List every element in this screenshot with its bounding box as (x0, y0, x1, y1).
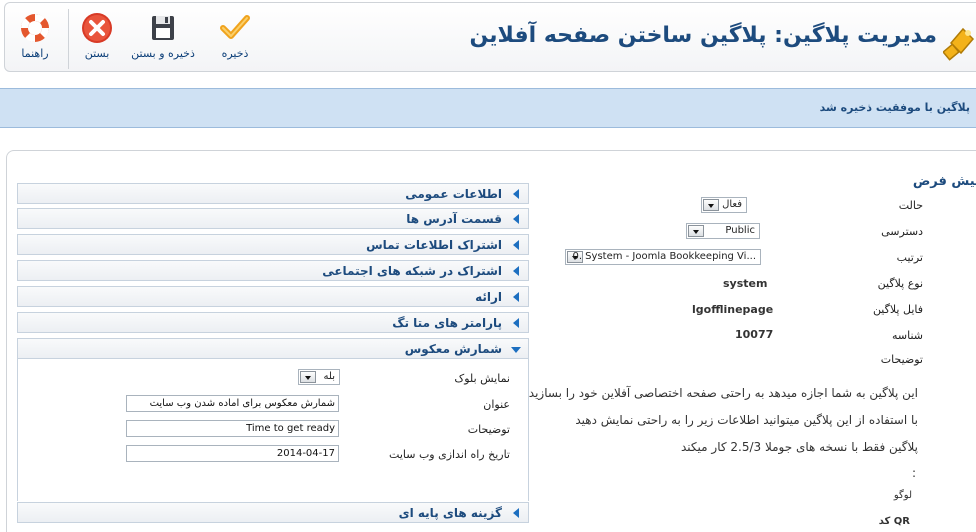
accordion-contact-sharing[interactable]: اشتراک اطلاعات تماس (17, 234, 529, 255)
arrow-left-icon (513, 292, 519, 302)
accordion-label: ارائه (475, 290, 502, 304)
details-heading: پیش فرض (912, 174, 976, 189)
dropdown-arrow-icon (300, 371, 316, 383)
description-line: این پلاگین به شما اجازه میدهد به راحتی ص… (528, 386, 918, 400)
description-input[interactable] (126, 420, 339, 437)
arrow-left-icon (513, 189, 519, 199)
accordion-presentation[interactable]: ارائه (17, 286, 529, 307)
checkmark-icon (220, 15, 250, 39)
help-button[interactable]: راهنما (0, 11, 75, 69)
launch-date-row: تاریخ راه اندازی وب سایت (18, 445, 530, 465)
accordion-countdown[interactable]: شمارش معکوس (17, 338, 529, 359)
show-block-value: بله (323, 371, 335, 382)
accordion-label: قسمت آدرس ها (406, 212, 502, 226)
accordion-general-info[interactable]: اطلاعات عمومی (17, 183, 529, 204)
plugin-description-label: توضیحات (880, 353, 923, 366)
order-label: ترتیب (896, 251, 923, 264)
save-label: ذخیره (221, 47, 249, 60)
accordion-label: اشتراک اطلاعات تماس (366, 238, 502, 252)
accordion-label: اطلاعات عمومی (405, 187, 502, 201)
accordion-label: شمارش معکوس (404, 342, 502, 356)
access-label: دسترسی (881, 225, 923, 238)
description-line: پلاگین فقط با نسخه های جوملا 2.5/3 کار م… (680, 440, 918, 454)
description-line: : (911, 466, 916, 480)
arrow-left-icon (513, 266, 519, 276)
accordion-label: پارامتر های متا تگ (392, 316, 502, 330)
plugin-file-value: lgofflinepage (692, 303, 774, 316)
id-value: 10077 (735, 328, 774, 341)
page-title: مدیریت پلاگین: پلاگین ساختن صفحه آفلاین (469, 23, 937, 48)
accordion-label: اشتراک در شبکه های اجتماعی (322, 264, 502, 278)
accordion-basic-options[interactable]: گزینه های پایه ای (17, 502, 529, 523)
dropdown-arrow-icon (703, 199, 719, 211)
description-line: QR کد (878, 516, 910, 527)
plugin-file-label: فایل پلاگین (872, 303, 923, 316)
toolbar: ذخیره ذخیره و بستن بستن راهنما مدیریت پل (4, 2, 976, 72)
accordion-meta-tags[interactable]: پارامتر های متا تگ (17, 312, 529, 333)
order-select[interactable]: 0. System - Joomla Bookkeeping Vi... (565, 249, 761, 265)
access-value: Public (725, 225, 755, 236)
arrow-left-icon (513, 508, 519, 518)
help-label: راهنما (21, 47, 49, 60)
description-label: توضیحات (467, 423, 510, 436)
plugin-type-label: نوع پلاگین (877, 277, 923, 290)
plugin-icon (943, 27, 975, 61)
show-block-row: نمایش بلوک بله (18, 369, 530, 389)
arrow-left-icon (513, 214, 519, 224)
close-icon (82, 13, 112, 43)
description-row: توضیحات (18, 420, 530, 440)
lifebuoy-icon (20, 13, 50, 43)
arrow-left-icon (513, 318, 519, 328)
title-row: عنوان (18, 395, 530, 415)
launch-date-label: تاریخ راه اندازی وب سایت (389, 448, 510, 461)
accordion-addresses[interactable]: قسمت آدرس ها (17, 208, 529, 229)
description-line: با استفاده از این پلاگین میتوانید اطلاعا… (575, 413, 918, 427)
launch-date-input[interactable] (126, 445, 339, 462)
accordion-label: گزینه های پایه ای (398, 506, 502, 520)
description-line: لوگو (893, 490, 912, 501)
arrow-left-icon (513, 240, 519, 250)
plugin-type-value: system (723, 277, 768, 290)
show-block-select[interactable]: بله (298, 369, 340, 385)
save-button[interactable]: ذخیره (195, 11, 275, 69)
order-value: 0. System - Joomla Bookkeeping Vi... (572, 251, 756, 262)
status-value: فعال (722, 199, 742, 210)
status-label: حالت (898, 199, 923, 212)
id-label: شناسه (891, 329, 923, 342)
success-message: پلاگین با موفقیت ذخیره شد (819, 101, 970, 114)
show-block-label: نمایش بلوک (454, 372, 510, 385)
title-input[interactable] (126, 395, 339, 412)
dropdown-arrow-icon (688, 225, 704, 237)
accordion-social-sharing[interactable]: اشتراک در شبکه های اجتماعی (17, 260, 529, 281)
options-accordion: اطلاعات عمومی قسمت آدرس ها اشتراک اطلاعا… (17, 183, 529, 532)
access-select[interactable]: Public (686, 223, 760, 239)
message-bar: پلاگین با موفقیت ذخیره شد (0, 88, 976, 128)
floppy-disk-icon (152, 16, 174, 40)
arrow-down-icon (511, 347, 521, 353)
countdown-panel: نمایش بلوک بله عنوان توضیحات تاریخ راه ا… (17, 359, 529, 501)
title-label: عنوان (483, 398, 510, 411)
status-select[interactable]: فعال (701, 197, 747, 213)
